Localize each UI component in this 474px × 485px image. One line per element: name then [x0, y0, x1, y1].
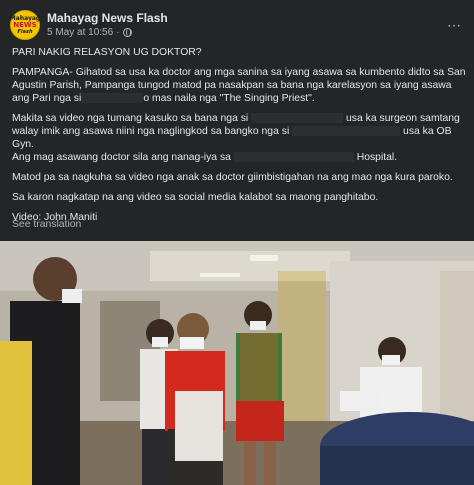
post-header: Mahayag NEWS Flash Mahayag News Flash 5 … — [10, 8, 466, 42]
see-translation-link[interactable]: See translation — [12, 219, 81, 230]
redacted-name — [251, 113, 344, 124]
person-yellow-shirt — [0, 341, 32, 485]
post-timestamp[interactable]: 5 May at 10:56 — [47, 26, 113, 39]
para2-line3: Gyn. — [12, 139, 34, 150]
table-base — [320, 446, 474, 485]
post-paragraph-3: Matod pa sa nagkuha sa video nga anak sa… — [12, 172, 453, 183]
para2-line2a: walay imik ang asawa niini nga naglingko… — [12, 126, 290, 137]
person-leg — [244, 441, 256, 485]
globe-icon[interactable] — [122, 28, 132, 37]
post-subline: 5 May at 10:56 · — [47, 26, 168, 39]
face-mask — [382, 355, 400, 365]
plastic-bag — [175, 391, 223, 461]
face-mask — [180, 337, 204, 349]
face-mask — [250, 321, 266, 330]
redacted-name — [81, 93, 144, 104]
avatar-text-line3: Flash — [17, 28, 33, 35]
para1-line1: PAMPANGA- Gihatod sa usa ka doctor ang m… — [12, 67, 466, 78]
video-player[interactable] — [0, 241, 474, 485]
para1-line3b: o mas naila nga "The Singing Priest". — [143, 93, 315, 104]
post-paragraph-2: Makita sa video nga tumang kasuko sa ban… — [12, 112, 464, 164]
para2-line4a: Ang mag asawang doctor sila ang nanag-iy… — [12, 152, 231, 163]
page-name-link[interactable]: Mahayag News Flash — [47, 11, 168, 26]
separator-dot: · — [116, 27, 120, 38]
post-headline: PARI NAKIG RELASYON UG DOKTOR? — [12, 47, 202, 58]
para2-line1a: Makita sa video nga tumang kasuko sa ban… — [12, 113, 249, 124]
post-paragraph-1: PAMPANGA- Gihatod sa usa ka doctor ang m… — [12, 66, 466, 105]
column-cap — [278, 271, 326, 281]
ceiling-light — [200, 273, 240, 277]
person-arm — [340, 391, 380, 411]
para1-line2: Agustin Parish, Pampanga tungod matod pa… — [12, 80, 452, 91]
post-paragraph-4: Sa karon nagkatap na ang video sa social… — [12, 192, 379, 203]
ceiling-light — [250, 255, 278, 261]
more-options-icon[interactable]: ⋯ — [443, 17, 466, 34]
page-avatar[interactable]: Mahayag NEWS Flash — [10, 10, 40, 40]
post-meta: Mahayag News Flash 5 May at 10:56 · — [47, 11, 168, 39]
para2-line4b: Hospital. — [356, 152, 398, 163]
facebook-post: Mahayag NEWS Flash Mahayag News Flash 5 … — [0, 0, 474, 485]
tank-pattern — [240, 333, 278, 403]
para1-line3a: ang Pari nga si — [12, 93, 82, 104]
para2-line1b: usa ka surgeon samtang — [346, 113, 460, 124]
face-mask — [62, 289, 82, 303]
post-text: PARI NAKIG RELASYON UG DOKTOR? PAMPANGA-… — [12, 46, 466, 231]
face-mask — [152, 337, 168, 347]
person-leg — [264, 441, 276, 485]
person-shorts — [236, 401, 284, 441]
redacted-name — [233, 152, 354, 163]
para2-line2b: usa ka OB — [403, 126, 452, 137]
video-frame — [0, 241, 474, 485]
avatar-text-line2: NEWS — [13, 20, 37, 29]
redacted-name — [292, 126, 401, 137]
